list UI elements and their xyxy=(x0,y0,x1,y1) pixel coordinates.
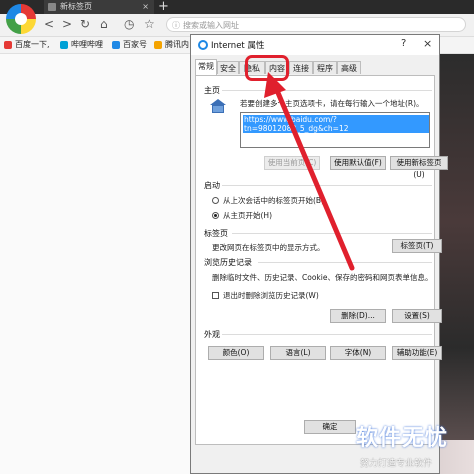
watermark-subtitle: 努力打造专业软件 xyxy=(360,459,433,469)
site-watermark: 软件无忧 努力打造专业软件 xyxy=(356,420,474,474)
watermark-title: 软件无忧 xyxy=(356,426,449,451)
browser-logo xyxy=(6,4,36,34)
annotation-arrow xyxy=(264,72,355,271)
